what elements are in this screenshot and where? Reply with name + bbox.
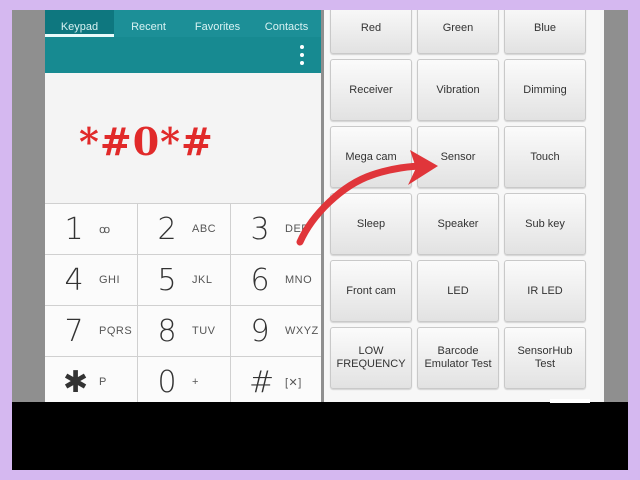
- white-notch: [550, 399, 590, 403]
- test-button[interactable]: SensorHub Test: [504, 327, 586, 389]
- test-menu-screen: Red Green Blue Receiver Vibration Dimming Mega…: [324, 10, 604, 405]
- test-button[interactable]: Blue: [504, 10, 586, 54]
- dial-key[interactable]: 4 GHI: [45, 255, 137, 305]
- dial-key-digit: 9: [250, 313, 270, 349]
- test-button[interactable]: IR LED: [504, 260, 586, 322]
- dial-key-digit: #: [249, 364, 275, 400]
- dial-key-digit: 8: [157, 313, 177, 349]
- dial-key[interactable]: ✱ P: [45, 357, 137, 405]
- dial-key[interactable]: # [✕]: [231, 357, 321, 405]
- test-button[interactable]: Front cam: [330, 260, 412, 322]
- dial-key[interactable]: 6 MNO: [231, 255, 321, 305]
- test-button[interactable]: Sub key: [504, 193, 586, 255]
- dial-key-letters: ꝏ: [99, 223, 111, 236]
- dial-key-digit: ✱: [63, 364, 89, 400]
- dial-keypad: 1 ꝏ 2 ABC 3 DEF 4 GHI 5 JKL 6 MNO 7 PQRS 8 TUV 9 WXYZ ✱ P 0 +…: [45, 203, 321, 405]
- dial-key-letters: P: [99, 376, 107, 388]
- test-button[interactable]: Vibration: [417, 59, 499, 121]
- tab-contacts[interactable]: Contacts: [252, 10, 321, 37]
- test-button[interactable]: Green: [417, 10, 499, 54]
- dial-display: *#0*#: [45, 73, 321, 203]
- tab-recent[interactable]: Recent: [114, 10, 183, 37]
- tab-favorites[interactable]: Favorites: [183, 10, 252, 37]
- dial-key-digit: 6: [250, 262, 270, 298]
- dialed-number: *#0*#: [79, 119, 214, 164]
- dial-key-digit: 1: [64, 211, 84, 247]
- test-button[interactable]: Receiver: [330, 59, 412, 121]
- dial-key-digit: 2: [157, 211, 177, 247]
- dial-key[interactable]: 3 DEF: [231, 204, 321, 254]
- dial-key-letters: PQRS: [99, 325, 133, 337]
- dial-key-letters: GHI: [99, 274, 121, 286]
- dial-key-letters: JKL: [192, 274, 213, 286]
- dial-key-digit: 5: [157, 262, 177, 298]
- dialer-toolbar: [45, 37, 321, 73]
- dialer-tab-bar: Keypad Recent Favorites Contacts: [45, 10, 321, 37]
- dial-key-letters: DEF: [285, 223, 309, 235]
- dial-key-digit: 3: [250, 211, 270, 247]
- dial-key[interactable]: 8 TUV: [138, 306, 230, 356]
- test-button[interactable]: Dimming: [504, 59, 586, 121]
- dial-key-letters: [✕]: [285, 376, 302, 389]
- test-button[interactable]: Red: [330, 10, 412, 54]
- dial-key-digit: 0: [157, 364, 177, 400]
- test-button[interactable]: Touch: [504, 126, 586, 188]
- more-options-icon[interactable]: [299, 45, 305, 65]
- dial-key[interactable]: 0 +: [138, 357, 230, 405]
- dial-key-digit: 4: [64, 262, 84, 298]
- dial-key[interactable]: 5 JKL: [138, 255, 230, 305]
- dial-key-letters: TUV: [192, 325, 216, 337]
- bottom-black-band: [12, 402, 628, 470]
- dial-key[interactable]: 1ꝏ: [45, 204, 137, 254]
- dialer-screen: Keypad Recent Favorites Contacts *#0*# 1…: [45, 10, 321, 405]
- test-button[interactable]: Sensor: [417, 126, 499, 188]
- dial-key-digit: 7: [64, 313, 84, 349]
- dial-key-letters: WXYZ: [285, 325, 319, 337]
- test-button[interactable]: Mega cam: [330, 126, 412, 188]
- dial-key-letters: MNO: [285, 274, 313, 286]
- dial-key[interactable]: 7 PQRS: [45, 306, 137, 356]
- dial-key[interactable]: 2 ABC: [138, 204, 230, 254]
- dial-key-letters: ABC: [192, 223, 217, 235]
- test-button[interactable]: LED: [417, 260, 499, 322]
- test-button[interactable]: Speaker: [417, 193, 499, 255]
- test-button[interactable]: LOW FREQUENCY: [330, 327, 412, 389]
- test-button[interactable]: Sleep: [330, 193, 412, 255]
- test-button-grid: Red Green Blue Receiver Vibration Dimming Mega…: [330, 10, 598, 389]
- screenshot-frame: Keypad Recent Favorites Contacts *#0*# 1…: [12, 10, 628, 470]
- test-button[interactable]: Barcode Emulator Test: [417, 327, 499, 389]
- dial-key-letters: +: [192, 376, 199, 388]
- dial-key[interactable]: 9 WXYZ: [231, 306, 321, 356]
- tab-keypad[interactable]: Keypad: [45, 10, 114, 37]
